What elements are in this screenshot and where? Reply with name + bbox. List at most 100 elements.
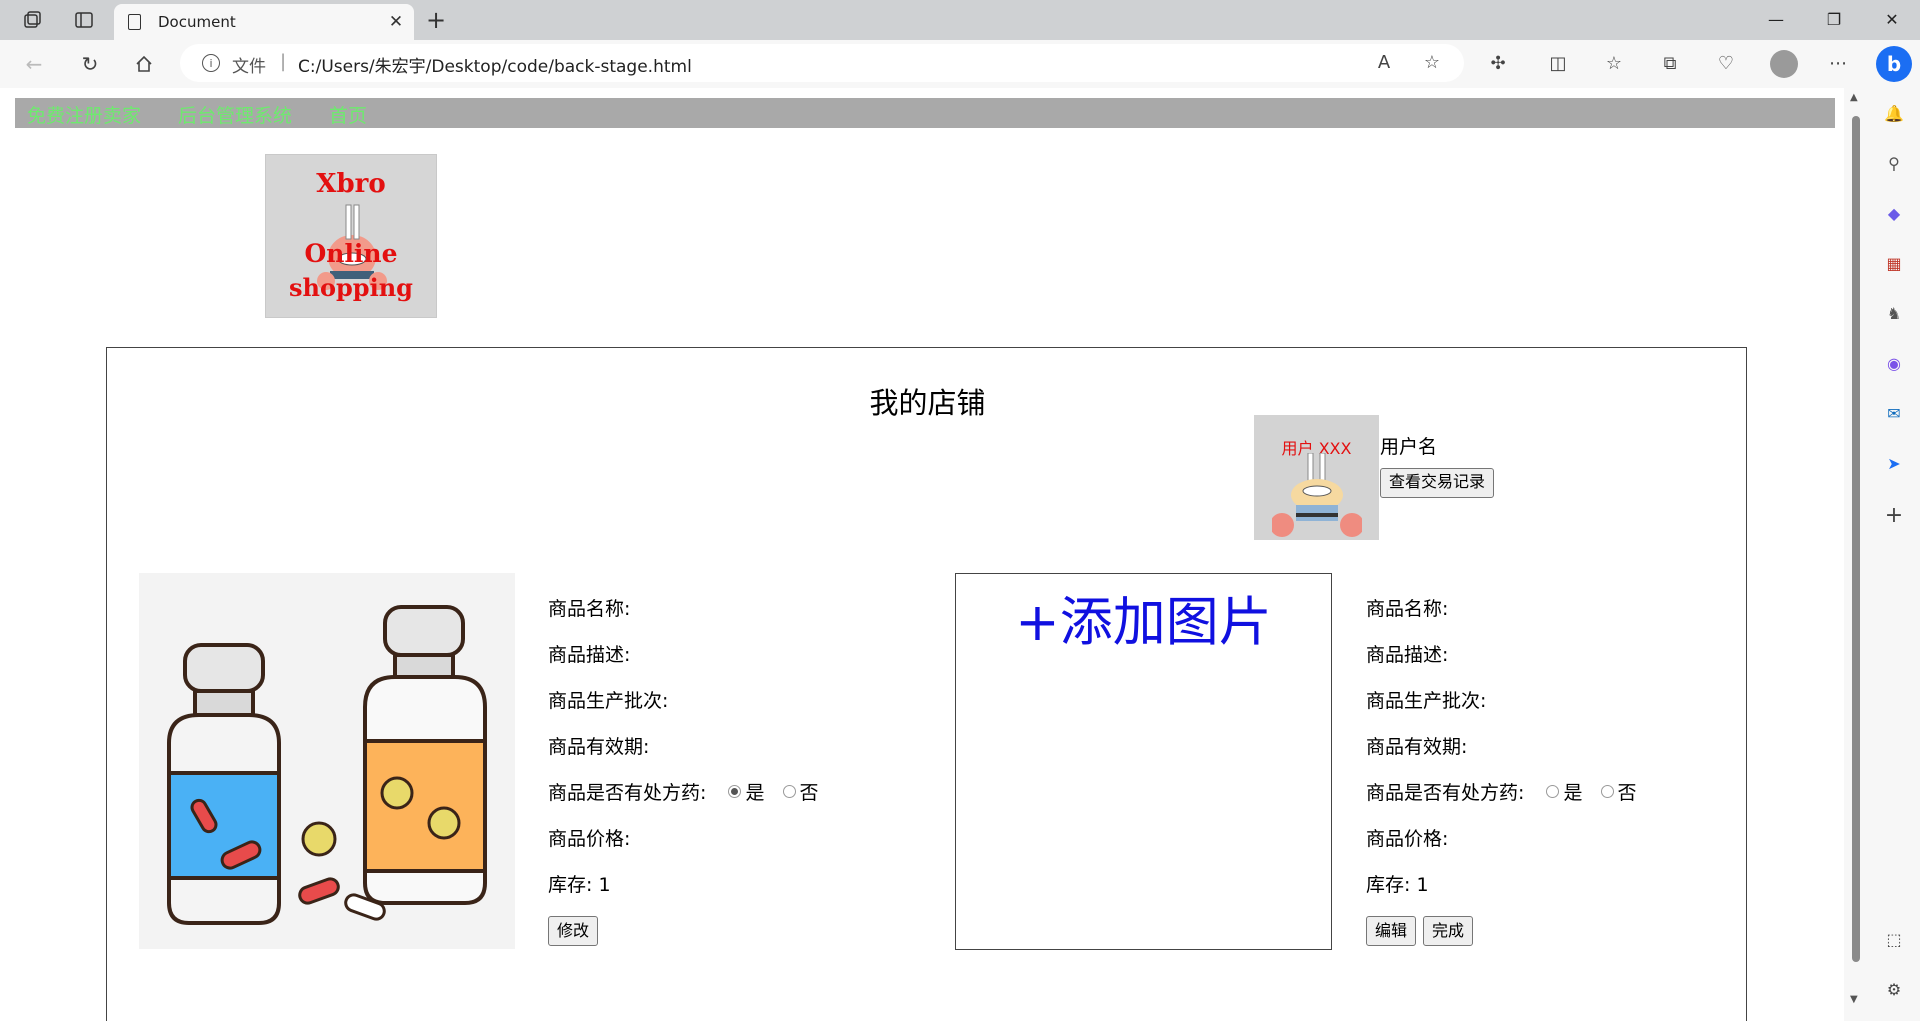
- prescription-label: 商品是否有处方药:: [548, 782, 707, 804]
- logo-text-line1: Xbro: [316, 169, 386, 199]
- product-desc-label: 商品描述:: [548, 644, 631, 666]
- scroll-down-icon[interactable]: ▼: [1850, 994, 1858, 1005]
- page-content: 免费注册卖家 后台管理系统 首页 Xbro Online shopping 我的…: [0, 88, 1844, 1021]
- new-tab-button[interactable]: +: [422, 6, 450, 34]
- modify-button[interactable]: 修改: [548, 916, 599, 946]
- rx-no-option[interactable]: 否: [781, 782, 819, 804]
- scroll-thumb[interactable]: [1852, 116, 1860, 962]
- rx-yes-label[interactable]: 是: [745, 782, 764, 804]
- home-icon[interactable]: [128, 48, 160, 80]
- favorite-star-icon[interactable]: ☆: [1418, 49, 1446, 77]
- new-rx-yes-label[interactable]: 是: [1563, 782, 1582, 804]
- back-icon[interactable]: ←: [18, 48, 50, 80]
- address-bar[interactable]: i 文件 | C:/Users/朱宏宇/Desktop/code/back-st…: [180, 44, 1464, 82]
- browser-essentials-icon[interactable]: ♡: [1712, 50, 1740, 78]
- stock-label: 库存:: [548, 874, 593, 896]
- my-shop-panel: 我的店铺 用户 XXX 用户名 查看交易记录 商品名称: 商品描述: 商品生产批…: [106, 347, 1747, 1021]
- done-button[interactable]: 完成: [1423, 916, 1474, 946]
- profile-avatar-icon[interactable]: [1770, 50, 1798, 78]
- new-prescription-label: 商品是否有处方药:: [1366, 782, 1525, 804]
- search-icon[interactable]: ⚲: [1882, 152, 1906, 176]
- shop-title: 我的店铺: [869, 386, 986, 420]
- collections-icon[interactable]: ⧉: [1656, 50, 1684, 78]
- add-image-box[interactable]: +添加图片: [955, 573, 1332, 950]
- screenshot-icon[interactable]: ⬚: [1882, 928, 1906, 952]
- games-icon[interactable]: ♞: [1882, 302, 1906, 326]
- settings-gear-icon[interactable]: ⚙: [1882, 978, 1906, 1002]
- close-tab-icon[interactable]: ✕: [384, 10, 408, 34]
- scroll-up-icon[interactable]: ▲: [1850, 92, 1858, 103]
- page-scrollbar[interactable]: ▲ ▼: [1844, 88, 1868, 1021]
- new-rx-no-label[interactable]: 否: [1618, 782, 1637, 804]
- nav-link-admin-system[interactable]: 后台管理系统: [178, 101, 292, 128]
- address-separator: |: [280, 51, 287, 72]
- edit-button[interactable]: 编辑: [1366, 916, 1417, 946]
- url-text[interactable]: C:/Users/朱宏宇/Desktop/code/back-stage.htm…: [298, 52, 692, 77]
- prescription-row: 商品是否有处方药: 是 否: [548, 778, 819, 805]
- stock-row: 库存: 1: [548, 870, 611, 897]
- microsoft365-icon[interactable]: ◉: [1882, 352, 1906, 376]
- restore-button[interactable]: ❐: [1806, 0, 1862, 40]
- shopping-tag-icon[interactable]: ◆: [1882, 202, 1906, 226]
- crab-avatar-icon: [1272, 453, 1362, 537]
- browser-tab-bar: Document ✕ + — ❐ ✕: [0, 0, 1920, 40]
- info-icon[interactable]: i: [202, 54, 220, 72]
- extensions-icon[interactable]: ✣: [1484, 50, 1512, 78]
- username-label: 用户名: [1380, 436, 1438, 458]
- workspaces-icon[interactable]: [20, 8, 44, 32]
- product-expiry-label: 商品有效期:: [548, 736, 650, 758]
- new-rx-yes-radio[interactable]: [1546, 785, 1560, 798]
- drop-icon[interactable]: ➤: [1882, 452, 1906, 476]
- new-product-batch-label: 商品生产批次:: [1366, 690, 1487, 712]
- add-sidebar-app-icon[interactable]: +: [1882, 504, 1906, 528]
- browser-tab[interactable]: Document ✕: [114, 4, 414, 40]
- new-rx-yes-option[interactable]: 是: [1544, 782, 1582, 804]
- product-name-label: 商品名称:: [548, 598, 631, 620]
- tab-actions-icon[interactable]: [72, 8, 96, 32]
- new-product-price-label: 商品价格:: [1366, 828, 1449, 850]
- stock-value: 1: [598, 874, 611, 896]
- new-product-expiry-label: 商品有效期:: [1366, 736, 1468, 758]
- read-aloud-icon[interactable]: A: [1370, 49, 1398, 77]
- new-product-name-label: 商品名称:: [1366, 598, 1449, 620]
- view-transactions-button[interactable]: 查看交易记录: [1380, 468, 1495, 498]
- page-icon: [128, 14, 141, 30]
- browser-toolbar: ← ↻ i 文件 | C:/Users/朱宏宇/Desktop/code/bac…: [0, 40, 1920, 88]
- logo-text-line2: Online: [304, 239, 398, 268]
- nav-link-home[interactable]: 首页: [329, 101, 367, 128]
- new-rx-no-option[interactable]: 否: [1599, 782, 1637, 804]
- favorites-icon[interactable]: ☆: [1600, 50, 1628, 78]
- address-prefix: 文件: [232, 57, 266, 77]
- rx-no-label[interactable]: 否: [800, 782, 819, 804]
- new-prescription-row: 商品是否有处方药: 是 否: [1366, 778, 1637, 805]
- add-image-text[interactable]: +添加图片: [956, 580, 1331, 656]
- notifications-icon[interactable]: 🔔: [1882, 102, 1906, 126]
- new-product-desc-label: 商品描述:: [1366, 644, 1449, 666]
- new-stock-row: 库存: 1: [1366, 870, 1429, 897]
- edge-sidebar: b 🔔 ⚲ ◆ ▦ ♞ ◉ ✉ ➤ + ⬚ ⚙: [1868, 40, 1920, 1021]
- bing-copilot-icon[interactable]: b: [1876, 46, 1912, 82]
- product-image: [139, 573, 515, 949]
- minimize-button[interactable]: —: [1748, 0, 1804, 40]
- more-options-icon[interactable]: ⋯: [1824, 50, 1852, 78]
- user-avatar: 用户 XXX: [1254, 415, 1379, 540]
- site-logo[interactable]: Xbro Online shopping: [265, 154, 437, 318]
- tab-title: Document: [158, 13, 236, 31]
- logo-text-line3: shopping: [289, 273, 413, 302]
- rx-yes-option[interactable]: 是: [726, 782, 764, 804]
- rx-no-radio[interactable]: [782, 785, 796, 798]
- top-nav-bar: 免费注册卖家 后台管理系统 首页: [15, 98, 1835, 128]
- medicine-bottles-icon: [167, 605, 487, 925]
- product-price-label: 商品价格:: [548, 828, 631, 850]
- new-stock-label: 库存:: [1366, 874, 1411, 896]
- outlook-icon[interactable]: ✉: [1882, 402, 1906, 426]
- split-screen-icon[interactable]: ◫: [1544, 50, 1572, 78]
- close-window-button[interactable]: ✕: [1864, 0, 1920, 40]
- tools-icon[interactable]: ▦: [1882, 252, 1906, 276]
- new-rx-no-radio[interactable]: [1600, 785, 1614, 798]
- new-stock-value: 1: [1416, 874, 1429, 896]
- rx-yes-radio[interactable]: [728, 785, 742, 798]
- refresh-icon[interactable]: ↻: [74, 48, 106, 80]
- product-batch-label: 商品生产批次:: [548, 690, 669, 712]
- nav-link-register-seller[interactable]: 免费注册卖家: [27, 101, 141, 128]
